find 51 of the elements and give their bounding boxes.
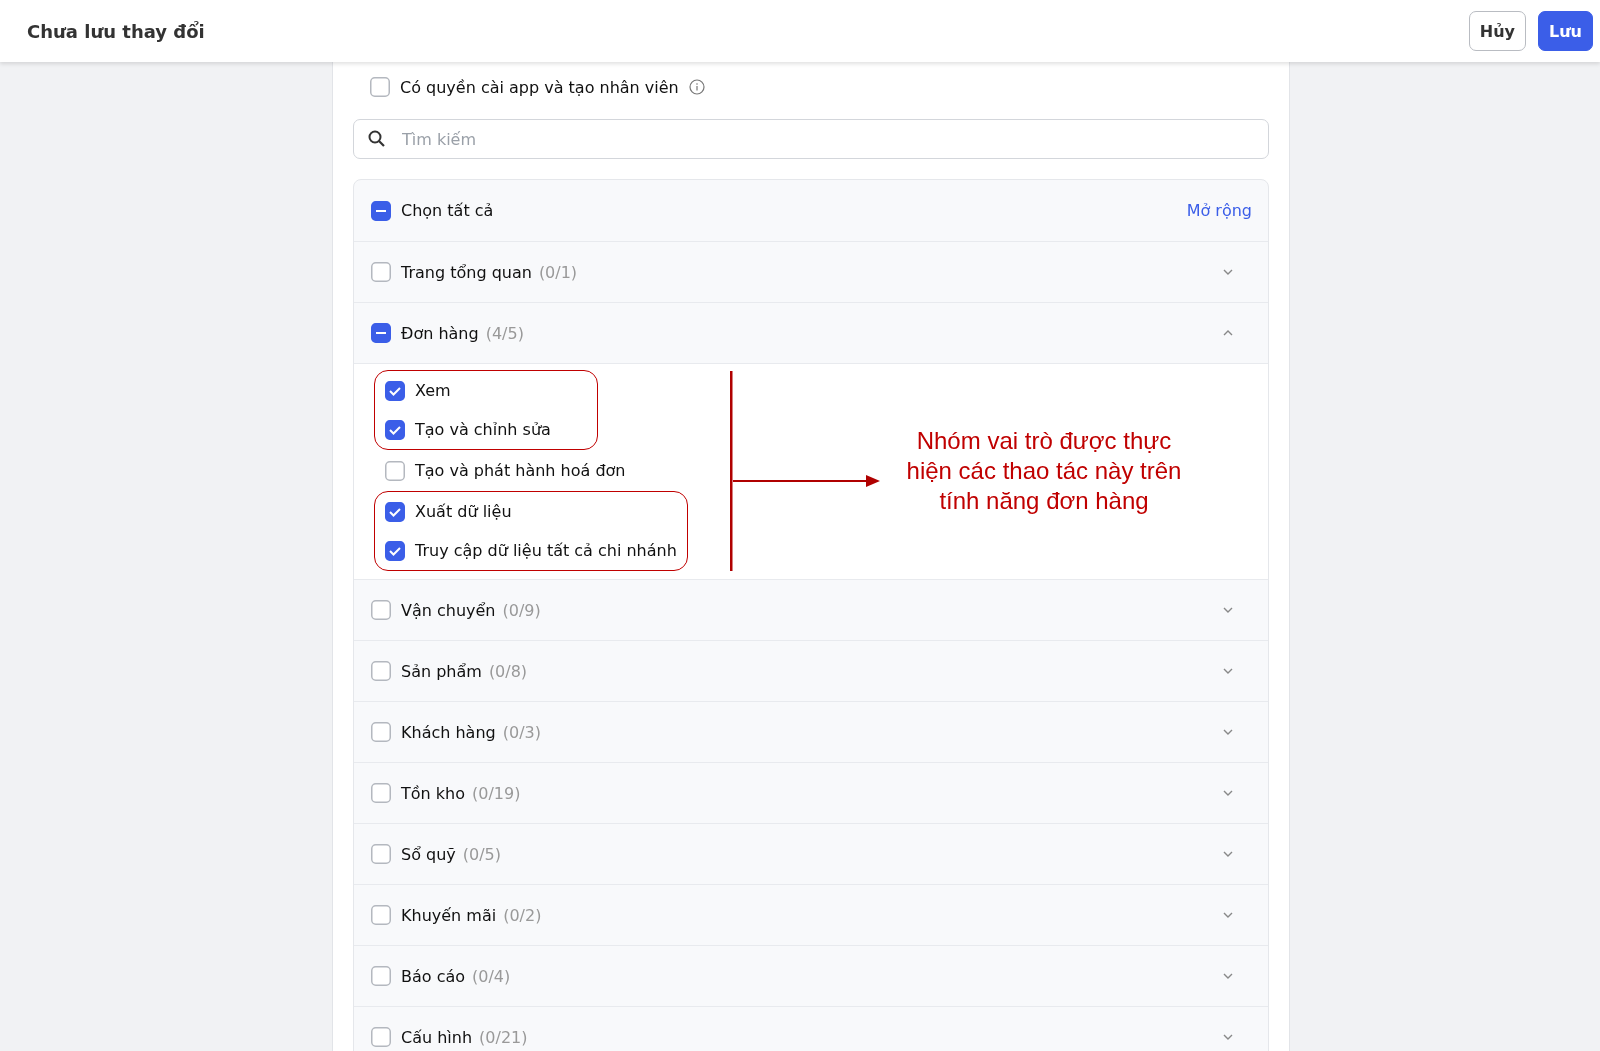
category-count: (4/5) bbox=[485, 323, 524, 343]
checkbox[interactable] bbox=[371, 323, 391, 343]
checkbox[interactable] bbox=[385, 540, 405, 561]
header-button[interactable]: Lưu bbox=[1538, 11, 1593, 51]
checkbox[interactable] bbox=[371, 966, 391, 986]
checkbox[interactable] bbox=[371, 600, 391, 620]
category-count: (0/5) bbox=[462, 844, 502, 864]
expand-link[interactable]: Mở rộng bbox=[1186, 201, 1252, 220]
category-label: Sản phẩm bbox=[401, 661, 482, 681]
checkbox[interactable] bbox=[371, 262, 391, 282]
category-label: Khách hàng bbox=[401, 722, 496, 742]
category-count: (0/1) bbox=[538, 262, 578, 282]
checkbox[interactable] bbox=[371, 661, 391, 681]
category-label: Cấu hình bbox=[401, 1027, 473, 1047]
category-label: Tồn kho bbox=[401, 783, 465, 803]
category-label: Trang tổng quan bbox=[401, 262, 532, 282]
checkbox[interactable] bbox=[370, 77, 390, 97]
page-title: Chưa lưu thay đổi bbox=[27, 20, 205, 42]
checkbox[interactable] bbox=[371, 905, 391, 925]
category-count: (0/9) bbox=[502, 600, 541, 620]
category-count: (0/2) bbox=[503, 905, 542, 925]
category-count: (0/8) bbox=[488, 661, 528, 681]
category-label: Sổ quỹ bbox=[401, 844, 456, 864]
category-count: (0/19) bbox=[472, 783, 521, 803]
category-label: Báo cáo bbox=[401, 966, 466, 986]
category-count: (0/4) bbox=[472, 966, 511, 986]
checkbox[interactable] bbox=[385, 419, 405, 440]
select-all-label: Chọn tất cả bbox=[401, 201, 494, 220]
checkbox[interactable] bbox=[385, 501, 405, 522]
checkbox[interactable] bbox=[371, 1027, 391, 1047]
category-count: (0/21) bbox=[479, 1027, 528, 1047]
permission-label: Có quyền cài app và tạo nhân viên bbox=[400, 77, 679, 97]
permission-label: Tạo và phát hành hoá đơn bbox=[415, 461, 626, 480]
permission-label: Tạo và chỉnh sửa bbox=[415, 420, 551, 439]
checkbox[interactable] bbox=[385, 380, 405, 401]
permission-label: Truy cập dữ liệu tất cả chi nhánh bbox=[415, 541, 677, 560]
category-label: Khuyến mãi bbox=[401, 905, 497, 925]
header-button[interactable]: Hủy bbox=[1468, 11, 1526, 51]
checkbox[interactable] bbox=[371, 722, 391, 742]
info-icon[interactable] bbox=[688, 79, 705, 95]
category-count: (0/3) bbox=[502, 722, 541, 742]
annotation-text: Nhóm vai trò được thực hiện các thao tác này trên tính năng đơn hàng bbox=[905, 425, 1183, 516]
checkbox[interactable] bbox=[371, 200, 391, 221]
category-label: Đơn hàng bbox=[401, 323, 479, 343]
search-field[interactable]: Tìm kiếm bbox=[353, 119, 1269, 159]
checkbox[interactable] bbox=[371, 783, 391, 803]
category-label: Vận chuyển bbox=[401, 600, 496, 620]
checkbox[interactable] bbox=[385, 460, 405, 481]
permission-label: Xem bbox=[415, 381, 451, 400]
permission-label: Xuất dữ liệu bbox=[415, 502, 512, 521]
checkbox[interactable] bbox=[371, 844, 391, 864]
